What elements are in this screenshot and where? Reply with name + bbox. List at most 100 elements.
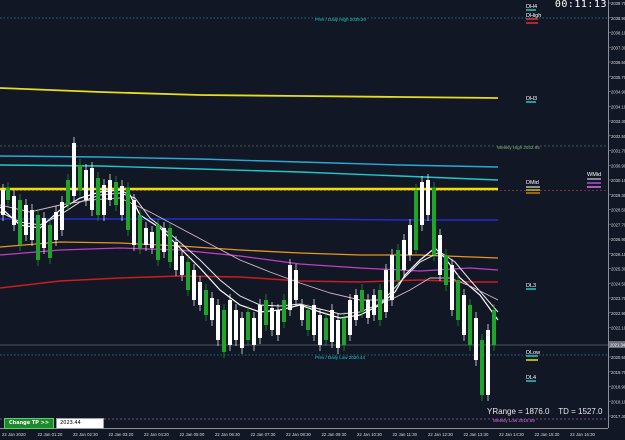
candle-body (480, 340, 484, 395)
candle-body (1, 190, 5, 215)
candle-body (114, 182, 118, 205)
candle-body (468, 305, 472, 345)
candle-body (336, 320, 340, 348)
marker-dl3: DL3 (526, 283, 536, 289)
candle-body (474, 318, 478, 360)
price-chart[interactable]: 2039.702038.902038.102037.302036.502035.… (0, 0, 625, 439)
marker-dl4: DL4 (526, 375, 536, 381)
candle-body (186, 262, 190, 290)
candle-body (444, 255, 448, 285)
candle-body (246, 312, 250, 340)
candle-body (156, 225, 160, 260)
candle-body (204, 290, 208, 315)
candle-body (210, 298, 214, 320)
candle-body (306, 310, 310, 330)
candle-body (258, 305, 262, 338)
candle-body (456, 280, 460, 320)
candle-body (408, 225, 412, 255)
candle-body (360, 290, 364, 312)
candle-body (342, 318, 346, 345)
candle-body (492, 310, 496, 345)
candle-body (72, 143, 76, 196)
td-text: TD = 1527.0 (558, 407, 603, 416)
chart-area[interactable]: 2039.70 2038.90 2038.10 2037.30 2036.50 2035.… (0, 0, 625, 439)
candle-body (24, 205, 28, 235)
tp-control: Change TP >> 2023.44 (4, 418, 105, 429)
candle-body (252, 318, 256, 345)
candle-body (30, 210, 34, 240)
candle-body (378, 290, 382, 320)
candle-body (402, 240, 406, 270)
marker-dlow: DLow (526, 350, 540, 356)
prev-daily-low-label: Prev / Daily Low 2020.44 (315, 355, 366, 360)
candle-body (276, 310, 280, 335)
candle-body (42, 218, 46, 248)
candle-body (384, 270, 388, 312)
candle-body (222, 310, 226, 352)
candle-body (330, 310, 334, 342)
marker-wmid: WMid (587, 172, 601, 178)
prev-daily-high-label: Prev / Daily High 2039.20 (315, 17, 367, 22)
candle-body (150, 232, 154, 248)
candle-body (300, 305, 304, 320)
ma-yellow-top (0, 87, 499, 99)
candle-body (312, 305, 316, 335)
marker-dh4: DH4 (526, 4, 537, 10)
change-tp-button[interactable]: Change TP >> (4, 418, 55, 429)
candle-body (366, 300, 370, 318)
weekly-high-label: Weekly High 2032.95 (497, 145, 540, 150)
price-axis[interactable] (608, 0, 625, 428)
candle-body (54, 212, 58, 240)
candle-body (60, 202, 64, 230)
candle-body (318, 315, 322, 345)
candle-body (216, 305, 220, 340)
candle-body (432, 188, 436, 255)
candle-body (162, 228, 166, 252)
candle-body (66, 180, 70, 205)
candle-body (102, 185, 106, 215)
candle-body (234, 310, 238, 340)
candle-body (138, 215, 142, 248)
candle-body (264, 300, 268, 325)
candle-body (168, 228, 172, 262)
candle-body (96, 178, 100, 215)
marker-dmid: DMid (526, 180, 539, 186)
candle-body (6, 188, 10, 200)
candle-body (192, 270, 196, 300)
candle-body (228, 300, 232, 345)
time-axis[interactable] (0, 428, 608, 440)
candle-body (438, 235, 442, 275)
candle-body (372, 295, 376, 315)
candle-body (120, 186, 124, 215)
candle-body (282, 300, 286, 322)
marker-dhigh: DHigh (526, 13, 541, 19)
candle-body (270, 308, 274, 330)
candle-body (132, 200, 136, 245)
candle-body (174, 242, 178, 270)
candle-body (108, 180, 112, 200)
candle-body (198, 282, 202, 305)
ma-magenta (0, 247, 499, 272)
marker-dh3: DH3 (526, 96, 537, 102)
candle-body (414, 190, 418, 250)
candle-body (450, 265, 454, 310)
yrange-text: YRange = 1876.0 (487, 407, 550, 416)
candle-body (486, 330, 490, 395)
candle-body (36, 215, 40, 260)
range-info: YRange = 1876.0 TD = 1527.0 (487, 407, 603, 416)
candle-body (396, 250, 400, 280)
candle-body (126, 188, 130, 230)
candle-body (348, 300, 352, 335)
candle-body (462, 295, 466, 335)
candle-body (288, 265, 292, 310)
candle-body (144, 228, 148, 245)
candle-body (12, 196, 16, 225)
candle-body (84, 170, 88, 200)
candle-body (420, 182, 424, 225)
tp-value-field[interactable]: 2023.44 (56, 418, 105, 429)
weekly-low-label: Weekly Low 2016.69 (493, 418, 535, 423)
candle-body (78, 165, 82, 190)
candle-body (390, 255, 394, 300)
candle-body (18, 200, 22, 245)
candle-body (90, 168, 94, 210)
